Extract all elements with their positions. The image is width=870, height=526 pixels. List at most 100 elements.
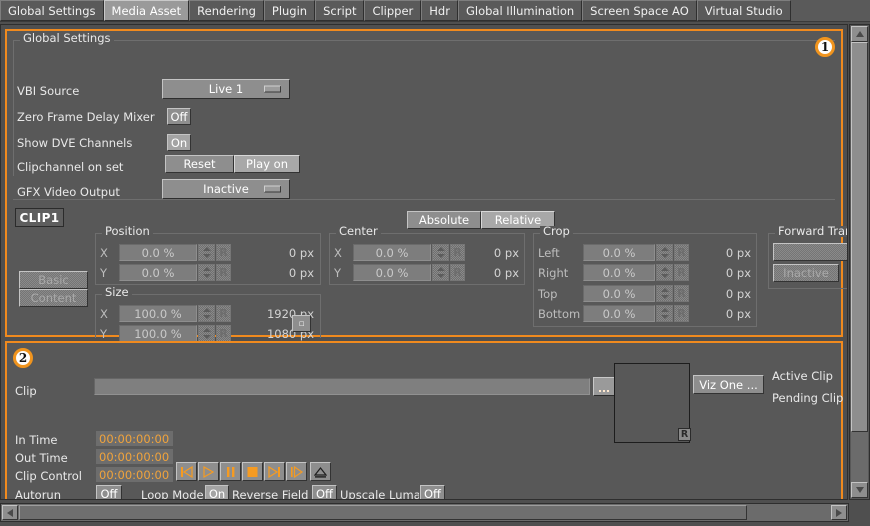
- crop-left-px: 0 px: [725, 246, 751, 260]
- vbi-source-dropdown[interactable]: Live 1: [162, 79, 290, 99]
- tab-script[interactable]: Script: [315, 0, 365, 21]
- crop-left-label: Left: [538, 246, 560, 260]
- transport-eject-button[interactable]: [310, 462, 331, 481]
- transport-skip-to-start-button[interactable]: [176, 462, 197, 481]
- crop-top-input[interactable]: 0.0 %: [583, 285, 655, 302]
- transport-stop-button[interactable]: [242, 462, 263, 481]
- crop-bottom-spinner[interactable]: [656, 305, 673, 322]
- tab-plugin[interactable]: Plugin: [263, 0, 316, 21]
- transport-skip-to-end-button[interactable]: [264, 462, 285, 481]
- clip-path-input[interactable]: [94, 378, 590, 395]
- field-value: 0.0 %: [602, 265, 636, 280]
- transport-play-button[interactable]: [198, 462, 219, 481]
- upscale-luma-toggle[interactable]: Off: [420, 485, 445, 500]
- center-y-input[interactable]: 0.0 %: [353, 264, 431, 281]
- spinner-down-icon: [202, 315, 211, 319]
- gfx-video-output-dropdown[interactable]: Inactive: [162, 179, 290, 199]
- transport-pause-button[interactable]: [220, 462, 241, 481]
- button-label: Content: [30, 291, 77, 305]
- position-y-input[interactable]: 0.0 %: [119, 264, 197, 281]
- dot-1: [599, 390, 601, 392]
- tab-label: Global Illumination: [465, 3, 575, 18]
- tab-media-asset[interactable]: Media Asset: [103, 0, 190, 21]
- toggle-value: Off: [424, 486, 441, 500]
- button-label: Basic: [38, 273, 69, 287]
- tab-virtual-studio[interactable]: Virtual Studio: [696, 0, 791, 21]
- scroll-right-button[interactable]: [831, 505, 847, 520]
- crop-bottom-label: Bottom: [538, 307, 581, 321]
- vertical-scroll-thumb[interactable]: [851, 42, 868, 432]
- out-time-field[interactable]: 00:00:00:00: [96, 449, 173, 464]
- position-y-spinner[interactable]: [198, 264, 215, 281]
- crop-left-input[interactable]: 0.0 %: [583, 244, 655, 261]
- position-y-label: Y: [100, 266, 108, 280]
- clip-browse-button[interactable]: [593, 377, 615, 396]
- tab-hdr[interactable]: Hdr: [421, 0, 458, 21]
- basic-button[interactable]: Basic: [19, 271, 88, 289]
- tab-clipper[interactable]: Clipper: [364, 0, 422, 21]
- crop-left-spinner[interactable]: [656, 244, 673, 261]
- crop-right-spinner[interactable]: [656, 264, 673, 281]
- preview-reset-button[interactable]: R: [678, 428, 691, 441]
- tab-global-illumination[interactable]: Global Illumination: [457, 0, 583, 21]
- tab-global-settings[interactable]: Global Settings: [0, 0, 104, 21]
- clip1-tab[interactable]: CLIP1: [15, 208, 64, 227]
- clip-control-field[interactable]: 00:00:00:00: [96, 467, 173, 482]
- zero-frame-delay-mixer-toggle[interactable]: Off: [167, 108, 191, 125]
- size-y-input[interactable]: 100.0 %: [119, 325, 197, 342]
- panel-badge-1: 1: [815, 37, 835, 57]
- content-button[interactable]: Content: [19, 289, 88, 307]
- size-x-label: X: [100, 307, 108, 321]
- size-link-button[interactable]: ▫: [292, 315, 311, 332]
- absolute-button[interactable]: Absolute: [407, 211, 481, 229]
- position-x-reset-button[interactable]: R: [216, 244, 231, 261]
- forward-transform-inactive-button[interactable]: Inactive: [773, 264, 839, 282]
- loop-mode-toggle[interactable]: On: [205, 485, 229, 499]
- autorun-toggle[interactable]: Off: [96, 485, 122, 499]
- spinner-up-icon: [660, 288, 669, 292]
- spinner-down-icon: [660, 295, 669, 299]
- tab-rendering[interactable]: Rendering: [189, 0, 264, 21]
- size-x-input[interactable]: 100.0 %: [119, 305, 197, 322]
- vertical-scrollbar[interactable]: [849, 24, 870, 500]
- crop-top-label: Top: [538, 287, 558, 301]
- clipchannel-play-on-button[interactable]: Play on: [234, 155, 300, 173]
- in-time-field[interactable]: 00:00:00:00: [96, 431, 173, 446]
- arrow-down-icon: [855, 487, 864, 493]
- spinner-up-icon: [436, 267, 445, 271]
- position-x-input[interactable]: 0.0 %: [119, 244, 197, 261]
- scroll-left-button[interactable]: [2, 505, 18, 520]
- size-y-reset-button[interactable]: R: [216, 325, 231, 342]
- size-x-reset-button[interactable]: R: [216, 305, 231, 322]
- crop-bottom-input[interactable]: 0.0 %: [583, 305, 655, 322]
- tab-screen-space-ao[interactable]: Screen Space AO: [582, 0, 697, 21]
- scroll-up-button[interactable]: [851, 26, 868, 42]
- position-x-label: X: [100, 246, 108, 260]
- crop-right-input[interactable]: 0.0 %: [583, 264, 655, 281]
- position-x-spinner[interactable]: [198, 244, 215, 261]
- clipchannel-reset-button[interactable]: Reset: [165, 155, 234, 173]
- forward-transform-none-button[interactable]: No: [773, 243, 847, 261]
- reverse-field-toggle[interactable]: Off: [312, 485, 337, 499]
- crop-bottom-px: 0 px: [725, 307, 751, 321]
- field-value: 100.0 %: [134, 306, 182, 321]
- horizontal-scrollbar[interactable]: [0, 503, 849, 522]
- scroll-down-button[interactable]: [851, 482, 868, 498]
- center-x-input[interactable]: 0.0 %: [353, 244, 431, 261]
- center-x-px: 0 px: [493, 246, 519, 260]
- tab-label: Media Asset: [111, 3, 182, 18]
- show-dve-channels-toggle[interactable]: On: [167, 134, 191, 151]
- size-y-spinner[interactable]: [198, 325, 215, 342]
- horizontal-scroll-thumb[interactable]: [19, 505, 747, 520]
- center-y-label: Y: [334, 266, 342, 280]
- field-value: 100.0 %: [134, 326, 182, 341]
- crop-top-spinner[interactable]: [656, 285, 673, 302]
- size-x-spinner[interactable]: [198, 305, 215, 322]
- toggle-value: On: [170, 135, 188, 150]
- stop-icon: [247, 466, 258, 477]
- viz-one-button[interactable]: Viz One ...: [693, 375, 764, 394]
- position-y-reset-button[interactable]: R: [216, 264, 231, 281]
- main-tab-bar: Global Settings Media Asset Rendering Pl…: [0, 0, 870, 22]
- transport-step-forward-button[interactable]: [286, 462, 307, 481]
- dot-2: [603, 390, 605, 392]
